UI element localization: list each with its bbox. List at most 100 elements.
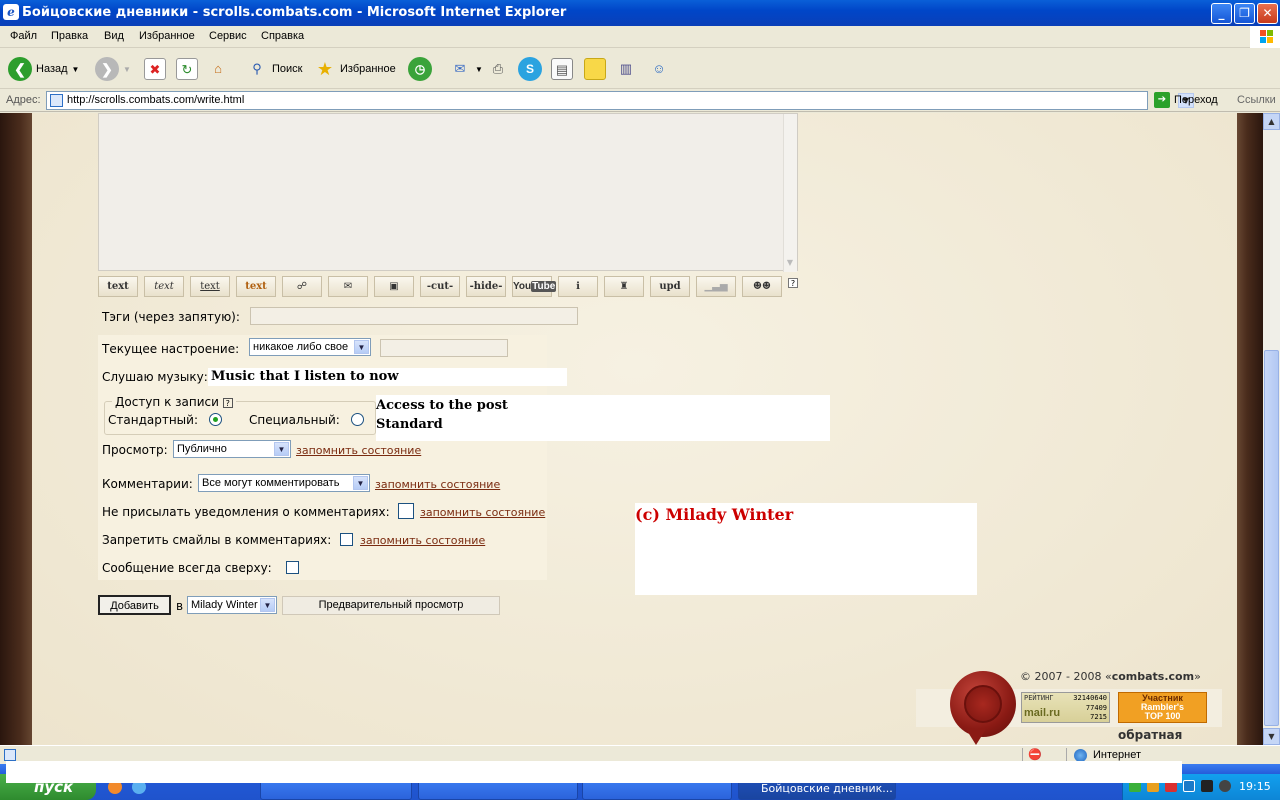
help-icon[interactable]: ?	[222, 397, 233, 408]
go-button[interactable]: ➔ Переход	[1154, 92, 1218, 108]
cut-button[interactable]: -cut-	[420, 276, 460, 297]
research-button[interactable]: ▥	[615, 55, 637, 83]
edit-button[interactable]: ▤	[551, 55, 573, 83]
mailru-rating-counter[interactable]: РЕЙТИНГ 32140640 77409 7215 mail.ru	[1021, 692, 1110, 723]
youtube-button[interactable]: YouTube	[512, 276, 557, 297]
menu-view[interactable]: Вид	[104, 30, 124, 42]
skype-tray-icon[interactable]	[1183, 780, 1195, 792]
menu-help[interactable]: Справка	[261, 30, 304, 42]
forward-button[interactable]: ❯ ▼	[95, 55, 131, 83]
links-button[interactable]: Ссылки	[1237, 94, 1276, 106]
address-label: Адрес:	[6, 94, 41, 106]
menu-favorites[interactable]: Избранное	[139, 30, 195, 42]
home-button[interactable]: ⌂	[207, 55, 229, 83]
back-button[interactable]: ❮ Назад ▼	[8, 55, 79, 83]
window-title: Бойцовские дневники - scrolls.combats.co…	[22, 5, 567, 20]
access-special-radio[interactable]	[351, 413, 364, 426]
close-button[interactable]: ✕	[1257, 3, 1278, 24]
top-label: Сообщение всегда сверху:	[102, 561, 272, 575]
access-note-box: Access to the post Standard	[376, 395, 830, 441]
scroll-thumb[interactable]	[1264, 350, 1279, 726]
music-input[interactable]: Music that I listen to now	[208, 368, 567, 386]
menu-bar: Файл Правка Вид Избранное Сервис Справка	[0, 26, 1280, 48]
favorites-button[interactable]: ★ Избранное	[314, 55, 396, 83]
link-button[interactable]: ☍	[282, 276, 322, 297]
color-text-button[interactable]: text	[236, 276, 276, 297]
menu-file[interactable]: Файл	[10, 30, 37, 42]
post-textarea[interactable]: ▼	[98, 113, 798, 272]
windows-flag-icon	[1250, 26, 1280, 48]
note-button[interactable]	[584, 55, 606, 83]
comments-select[interactable]: Все могут комментировать ▼	[198, 474, 370, 492]
speaker-icon[interactable]	[1219, 780, 1231, 792]
restore-button[interactable]: ❐	[1234, 3, 1255, 24]
skype-button[interactable]: S	[518, 55, 542, 83]
minimize-button[interactable]: _	[1211, 3, 1232, 24]
history-button[interactable]: ◷	[408, 55, 432, 83]
feedback-link[interactable]: обратная связь	[1118, 728, 1182, 745]
update-button[interactable]: upd	[650, 276, 690, 297]
smiles-checkbox[interactable]	[340, 533, 353, 546]
journal-select[interactable]: Milady Winter ▼	[187, 596, 277, 614]
view-remember-link[interactable]: запомнить состояние	[296, 444, 421, 457]
shield-icon: ♜	[619, 281, 629, 292]
rambler-top100-counter[interactable]: Участник Rambler's TOP 100	[1118, 692, 1207, 723]
mail-button[interactable]: ✉ ▼	[449, 55, 483, 83]
preview-button[interactable]: Предварительный просмотр	[282, 596, 500, 615]
address-input[interactable]: http://scrolls.combats.com/write.html ▼	[46, 91, 1194, 110]
view-select[interactable]: Публично ▼	[173, 440, 291, 458]
popup-blocked-icon: ⛔	[1028, 748, 1042, 761]
clan-button[interactable]: ♜	[604, 276, 644, 297]
access-standard-radio[interactable]	[209, 413, 222, 426]
page-scrollbar[interactable]: ▲ ▼	[1263, 113, 1280, 745]
tray-app-icon[interactable]	[1201, 780, 1213, 792]
submit-button[interactable]: Добавить	[98, 595, 171, 615]
mood-select[interactable]: никакое либо свое ▼	[249, 338, 371, 356]
comments-label: Комментарии:	[102, 477, 193, 491]
tags-input[interactable]	[250, 307, 578, 325]
search-button[interactable]: ⚲ Поиск	[246, 55, 302, 83]
italic-button[interactable]: text	[144, 276, 184, 297]
ie-logo-icon: e	[3, 4, 19, 20]
email-button[interactable]: ✉	[328, 276, 368, 297]
image-button[interactable]: ▣	[374, 276, 414, 297]
comments-remember-link[interactable]: запомнить состояние	[375, 478, 500, 491]
note-icon	[584, 58, 606, 80]
parchment-left-edge	[0, 113, 34, 745]
mood-custom-input[interactable]	[380, 339, 508, 357]
poll-button[interactable]: ▁▃▅	[696, 276, 736, 297]
textarea-scrollbar[interactable]	[783, 114, 797, 272]
top-checkbox[interactable]	[286, 561, 299, 574]
scroll-up-icon[interactable]: ▲	[1263, 113, 1280, 130]
refresh-icon: ↻	[176, 58, 198, 80]
menu-tools[interactable]: Сервис	[209, 30, 247, 42]
taskbar: пуск Бойцовские дневник... 19:15	[0, 761, 1280, 800]
history-icon: ◷	[408, 57, 432, 81]
redaction-strip	[6, 761, 1182, 783]
wax-seal-icon	[950, 671, 1016, 737]
music-value: Music that I listen to now	[211, 369, 399, 384]
bold-button[interactable]: text	[98, 276, 138, 297]
hide-button[interactable]: -hide-	[466, 276, 506, 297]
chevron-down-icon[interactable]: ▼	[783, 256, 797, 270]
mood-label: Текущее настроение:	[102, 342, 240, 356]
chevron-down-icon: ▼	[354, 340, 369, 354]
forward-arrow-icon: ❯	[95, 57, 119, 81]
notify-checkbox[interactable]	[398, 503, 414, 519]
menu-edit[interactable]: Правка	[51, 30, 88, 42]
info-button[interactable]: ℹ	[558, 276, 598, 297]
stop-button[interactable]: ✖	[144, 55, 166, 83]
help-icon[interactable]: ?	[788, 278, 798, 288]
smiley-button[interactable]: ☻☻	[742, 276, 782, 297]
underline-button[interactable]: text	[190, 276, 230, 297]
messenger-icon: ☺	[652, 61, 666, 76]
refresh-button[interactable]: ↻	[176, 55, 198, 83]
smiles-remember-link[interactable]: запомнить состояние	[360, 534, 485, 547]
go-arrow-icon: ➔	[1154, 92, 1170, 108]
messenger-button[interactable]: ☺	[648, 55, 670, 83]
clock: 19:15	[1239, 780, 1271, 793]
print-button[interactable]: ⎙	[487, 55, 509, 83]
scroll-down-icon[interactable]: ▼	[1263, 728, 1280, 745]
notify-remember-link[interactable]: запомнить состояние	[420, 506, 545, 519]
access-special-label: Специальный:	[249, 413, 340, 427]
